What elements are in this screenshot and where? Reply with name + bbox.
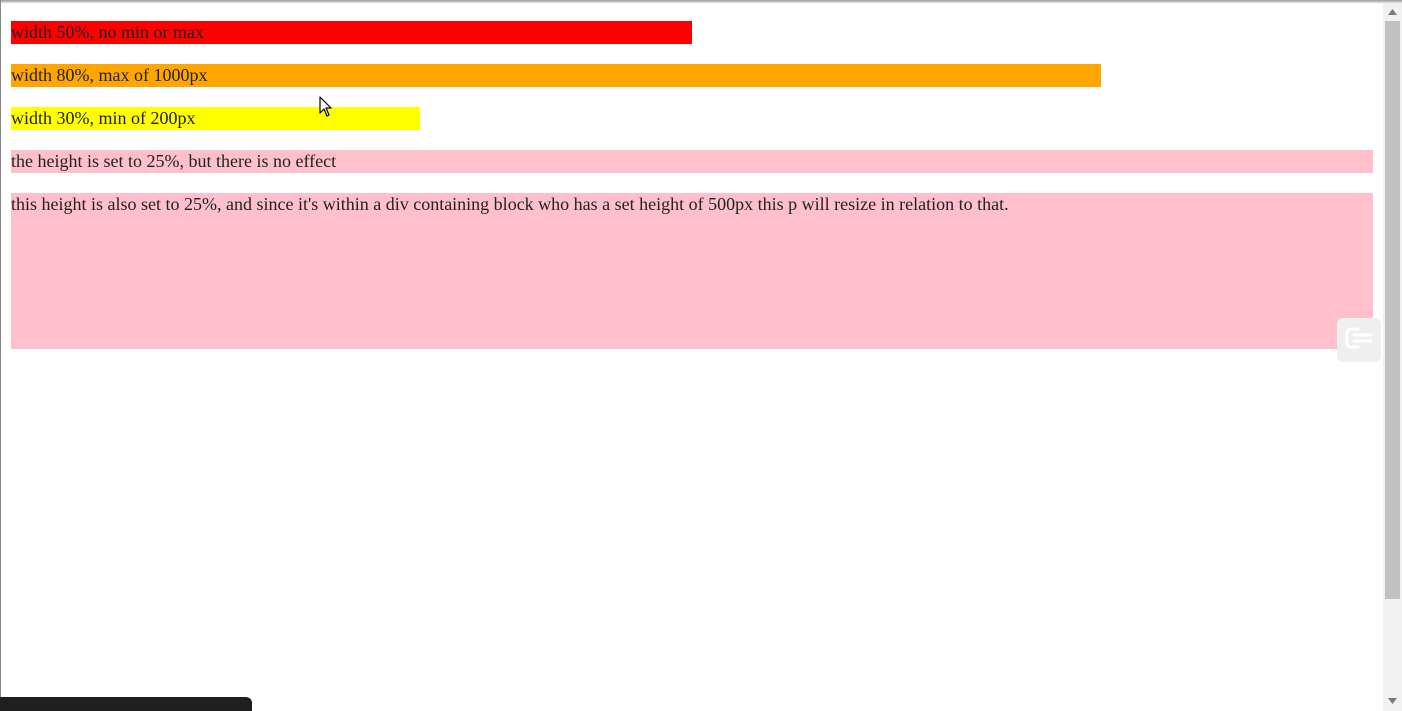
- chevron-down-icon[interactable]: [1385, 695, 1400, 707]
- paragraph-height-no-effect: the height is set to 25%, but there is n…: [11, 150, 1373, 173]
- extension-logo-icon: [1345, 327, 1373, 354]
- top-edge: [0, 0, 1402, 3]
- chevron-up-icon[interactable]: [1385, 6, 1400, 18]
- paragraph-width-50: width 50%, no min or max: [11, 21, 692, 44]
- paragraph-width-30: width 30%, min of 200px: [11, 107, 420, 130]
- floating-extension-button[interactable]: [1337, 318, 1381, 362]
- scrollbar-thumb[interactable]: [1385, 21, 1400, 599]
- left-edge: [0, 0, 1, 711]
- browser-viewport: width 50%, no min or max width 80%, max …: [0, 0, 1402, 711]
- mouse-pointer-icon: [319, 96, 333, 118]
- paragraph-width-80: width 80%, max of 1000px: [11, 64, 1101, 87]
- page-content: width 50%, no min or max width 80%, max …: [11, 21, 1373, 369]
- paragraph-height-relative: this height is also set to 25%, and sinc…: [11, 193, 1373, 349]
- bottom-overlay-bar: [0, 697, 252, 711]
